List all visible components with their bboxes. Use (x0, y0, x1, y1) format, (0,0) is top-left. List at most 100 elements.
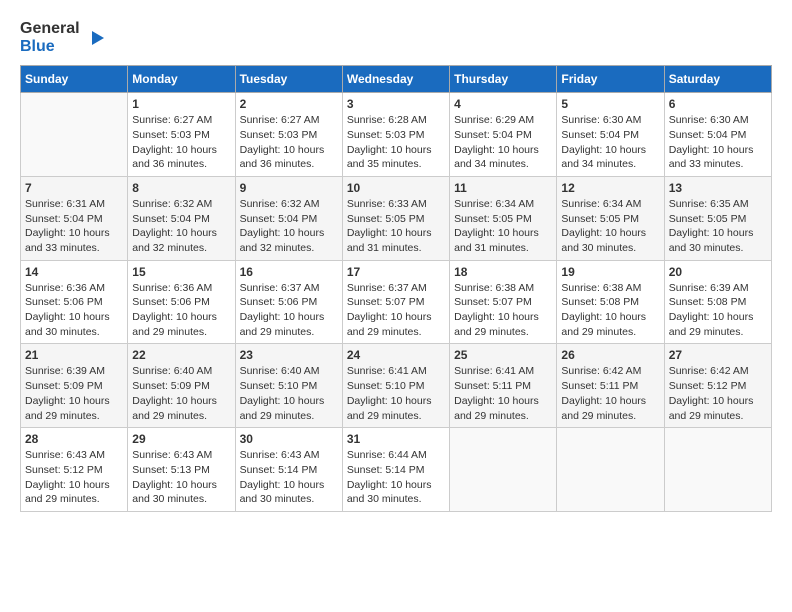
day-number: 8 (132, 181, 230, 195)
cell-info: Sunrise: 6:31 AM Sunset: 5:04 PM Dayligh… (25, 197, 123, 256)
logo-arrow-icon (84, 27, 106, 49)
calendar-cell: 19 Sunrise: 6:38 AM Sunset: 5:08 PM Dayli… (557, 260, 664, 344)
cell-info: Sunrise: 6:38 AM Sunset: 5:07 PM Dayligh… (454, 281, 552, 340)
calendar-cell: 29 Sunrise: 6:43 AM Sunset: 5:13 PM Dayli… (128, 428, 235, 512)
day-number: 30 (240, 432, 338, 446)
cell-info: Sunrise: 6:32 AM Sunset: 5:04 PM Dayligh… (240, 197, 338, 256)
cell-info: Sunrise: 6:27 AM Sunset: 5:03 PM Dayligh… (240, 113, 338, 172)
cell-info: Sunrise: 6:30 AM Sunset: 5:04 PM Dayligh… (669, 113, 767, 172)
day-number: 20 (669, 265, 767, 279)
day-number: 7 (25, 181, 123, 195)
calendar-cell (450, 428, 557, 512)
calendar-cell: 27 Sunrise: 6:42 AM Sunset: 5:12 PM Dayli… (664, 344, 771, 428)
day-number: 26 (561, 348, 659, 362)
logo-blue: Blue (20, 38, 55, 55)
cell-info: Sunrise: 6:34 AM Sunset: 5:05 PM Dayligh… (454, 197, 552, 256)
col-header-saturday: Saturday (664, 66, 771, 93)
day-number: 5 (561, 97, 659, 111)
calendar-cell (664, 428, 771, 512)
col-header-sunday: Sunday (21, 66, 128, 93)
calendar-cell: 2 Sunrise: 6:27 AM Sunset: 5:03 PM Daylig… (235, 93, 342, 177)
day-number: 1 (132, 97, 230, 111)
day-number: 2 (240, 97, 338, 111)
calendar-cell: 15Sunrise: 6:36 AM Sunset: 5:06 PM Dayli… (128, 260, 235, 344)
calendar-cell: 12Sunrise: 6:34 AM Sunset: 5:05 PM Dayli… (557, 176, 664, 260)
day-number: 4 (454, 97, 552, 111)
calendar-cell: 18 Sunrise: 6:38 AM Sunset: 5:07 PM Dayli… (450, 260, 557, 344)
calendar-cell: 28 Sunrise: 6:43 AM Sunset: 5:12 PM Dayli… (21, 428, 128, 512)
cell-info: Sunrise: 6:43 AM Sunset: 5:13 PM Dayligh… (132, 448, 230, 507)
cell-info: Sunrise: 6:42 AM Sunset: 5:12 PM Dayligh… (669, 364, 767, 423)
cell-info: Sunrise: 6:38 AM Sunset: 5:08 PM Dayligh… (561, 281, 659, 340)
day-number: 11 (454, 181, 552, 195)
logo-general: General (20, 20, 80, 37)
calendar-cell: 31 Sunrise: 6:44 AM Sunset: 5:14 PM Dayli… (342, 428, 449, 512)
col-header-monday: Monday (128, 66, 235, 93)
day-number: 21 (25, 348, 123, 362)
col-header-friday: Friday (557, 66, 664, 93)
calendar-cell: 9 Sunrise: 6:32 AM Sunset: 5:04 PM Daylig… (235, 176, 342, 260)
calendar-cell: 6 Sunrise: 6:30 AM Sunset: 5:04 PM Daylig… (664, 93, 771, 177)
cell-info: Sunrise: 6:33 AM Sunset: 5:05 PM Dayligh… (347, 197, 445, 256)
col-header-thursday: Thursday (450, 66, 557, 93)
col-header-tuesday: Tuesday (235, 66, 342, 93)
cell-info: Sunrise: 6:32 AM Sunset: 5:04 PM Dayligh… (132, 197, 230, 256)
cell-info: Sunrise: 6:35 AM Sunset: 5:05 PM Dayligh… (669, 197, 767, 256)
calendar-cell: 26 Sunrise: 6:42 AM Sunset: 5:11 PM Dayli… (557, 344, 664, 428)
day-number: 14 (25, 265, 123, 279)
day-number: 15 (132, 265, 230, 279)
day-number: 13 (669, 181, 767, 195)
day-number: 19 (561, 265, 659, 279)
col-header-wednesday: Wednesday (342, 66, 449, 93)
calendar-cell: 10 Sunrise: 6:33 AM Sunset: 5:05 PM Dayli… (342, 176, 449, 260)
day-number: 9 (240, 181, 338, 195)
calendar-cell: 13 Sunrise: 6:35 AM Sunset: 5:05 PM Dayli… (664, 176, 771, 260)
calendar-cell: 22Sunrise: 6:40 AM Sunset: 5:09 PM Dayli… (128, 344, 235, 428)
day-number: 28 (25, 432, 123, 446)
calendar-cell: 25Sunrise: 6:41 AM Sunset: 5:11 PM Dayli… (450, 344, 557, 428)
cell-info: Sunrise: 6:30 AM Sunset: 5:04 PM Dayligh… (561, 113, 659, 172)
calendar-cell: 4 Sunrise: 6:29 AM Sunset: 5:04 PM Daylig… (450, 93, 557, 177)
calendar-cell: 23Sunrise: 6:40 AM Sunset: 5:10 PM Dayli… (235, 344, 342, 428)
logo-wordmark: General Blue (20, 20, 80, 55)
calendar-cell: 21 Sunrise: 6:39 AM Sunset: 5:09 PM Dayli… (21, 344, 128, 428)
cell-info: Sunrise: 6:42 AM Sunset: 5:11 PM Dayligh… (561, 364, 659, 423)
calendar-cell: 14 Sunrise: 6:36 AM Sunset: 5:06 PM Dayli… (21, 260, 128, 344)
calendar-cell: 17 Sunrise: 6:37 AM Sunset: 5:07 PM Dayli… (342, 260, 449, 344)
calendar-table: SundayMondayTuesdayWednesdayThursdayFrid… (20, 65, 772, 512)
day-number: 18 (454, 265, 552, 279)
cell-info: Sunrise: 6:43 AM Sunset: 5:12 PM Dayligh… (25, 448, 123, 507)
day-number: 27 (669, 348, 767, 362)
cell-info: Sunrise: 6:29 AM Sunset: 5:04 PM Dayligh… (454, 113, 552, 172)
day-number: 25 (454, 348, 552, 362)
day-number: 31 (347, 432, 445, 446)
day-number: 17 (347, 265, 445, 279)
day-number: 6 (669, 97, 767, 111)
page-header: General Blue (20, 20, 772, 55)
calendar-cell: 24Sunrise: 6:41 AM Sunset: 5:10 PM Dayli… (342, 344, 449, 428)
cell-info: Sunrise: 6:43 AM Sunset: 5:14 PM Dayligh… (240, 448, 338, 507)
cell-info: Sunrise: 6:37 AM Sunset: 5:07 PM Dayligh… (347, 281, 445, 340)
calendar-cell: 16Sunrise: 6:37 AM Sunset: 5:06 PM Dayli… (235, 260, 342, 344)
logo: General Blue (20, 20, 106, 55)
calendar-cell (21, 93, 128, 177)
day-number: 23 (240, 348, 338, 362)
calendar-cell: 3 Sunrise: 6:28 AM Sunset: 5:03 PM Daylig… (342, 93, 449, 177)
calendar-cell: 20Sunrise: 6:39 AM Sunset: 5:08 PM Dayli… (664, 260, 771, 344)
cell-info: Sunrise: 6:41 AM Sunset: 5:10 PM Dayligh… (347, 364, 445, 423)
cell-info: Sunrise: 6:36 AM Sunset: 5:06 PM Dayligh… (25, 281, 123, 340)
calendar-cell: 8 Sunrise: 6:32 AM Sunset: 5:04 PM Daylig… (128, 176, 235, 260)
cell-info: Sunrise: 6:40 AM Sunset: 5:09 PM Dayligh… (132, 364, 230, 423)
day-number: 10 (347, 181, 445, 195)
calendar-cell (557, 428, 664, 512)
calendar-cell: 7 Sunrise: 6:31 AM Sunset: 5:04 PM Daylig… (21, 176, 128, 260)
cell-info: Sunrise: 6:44 AM Sunset: 5:14 PM Dayligh… (347, 448, 445, 507)
day-number: 29 (132, 432, 230, 446)
day-number: 3 (347, 97, 445, 111)
calendar-cell: 5 Sunrise: 6:30 AM Sunset: 5:04 PM Daylig… (557, 93, 664, 177)
cell-info: Sunrise: 6:28 AM Sunset: 5:03 PM Dayligh… (347, 113, 445, 172)
calendar-cell: 11 Sunrise: 6:34 AM Sunset: 5:05 PM Dayli… (450, 176, 557, 260)
cell-info: Sunrise: 6:39 AM Sunset: 5:09 PM Dayligh… (25, 364, 123, 423)
day-number: 12 (561, 181, 659, 195)
day-number: 16 (240, 265, 338, 279)
